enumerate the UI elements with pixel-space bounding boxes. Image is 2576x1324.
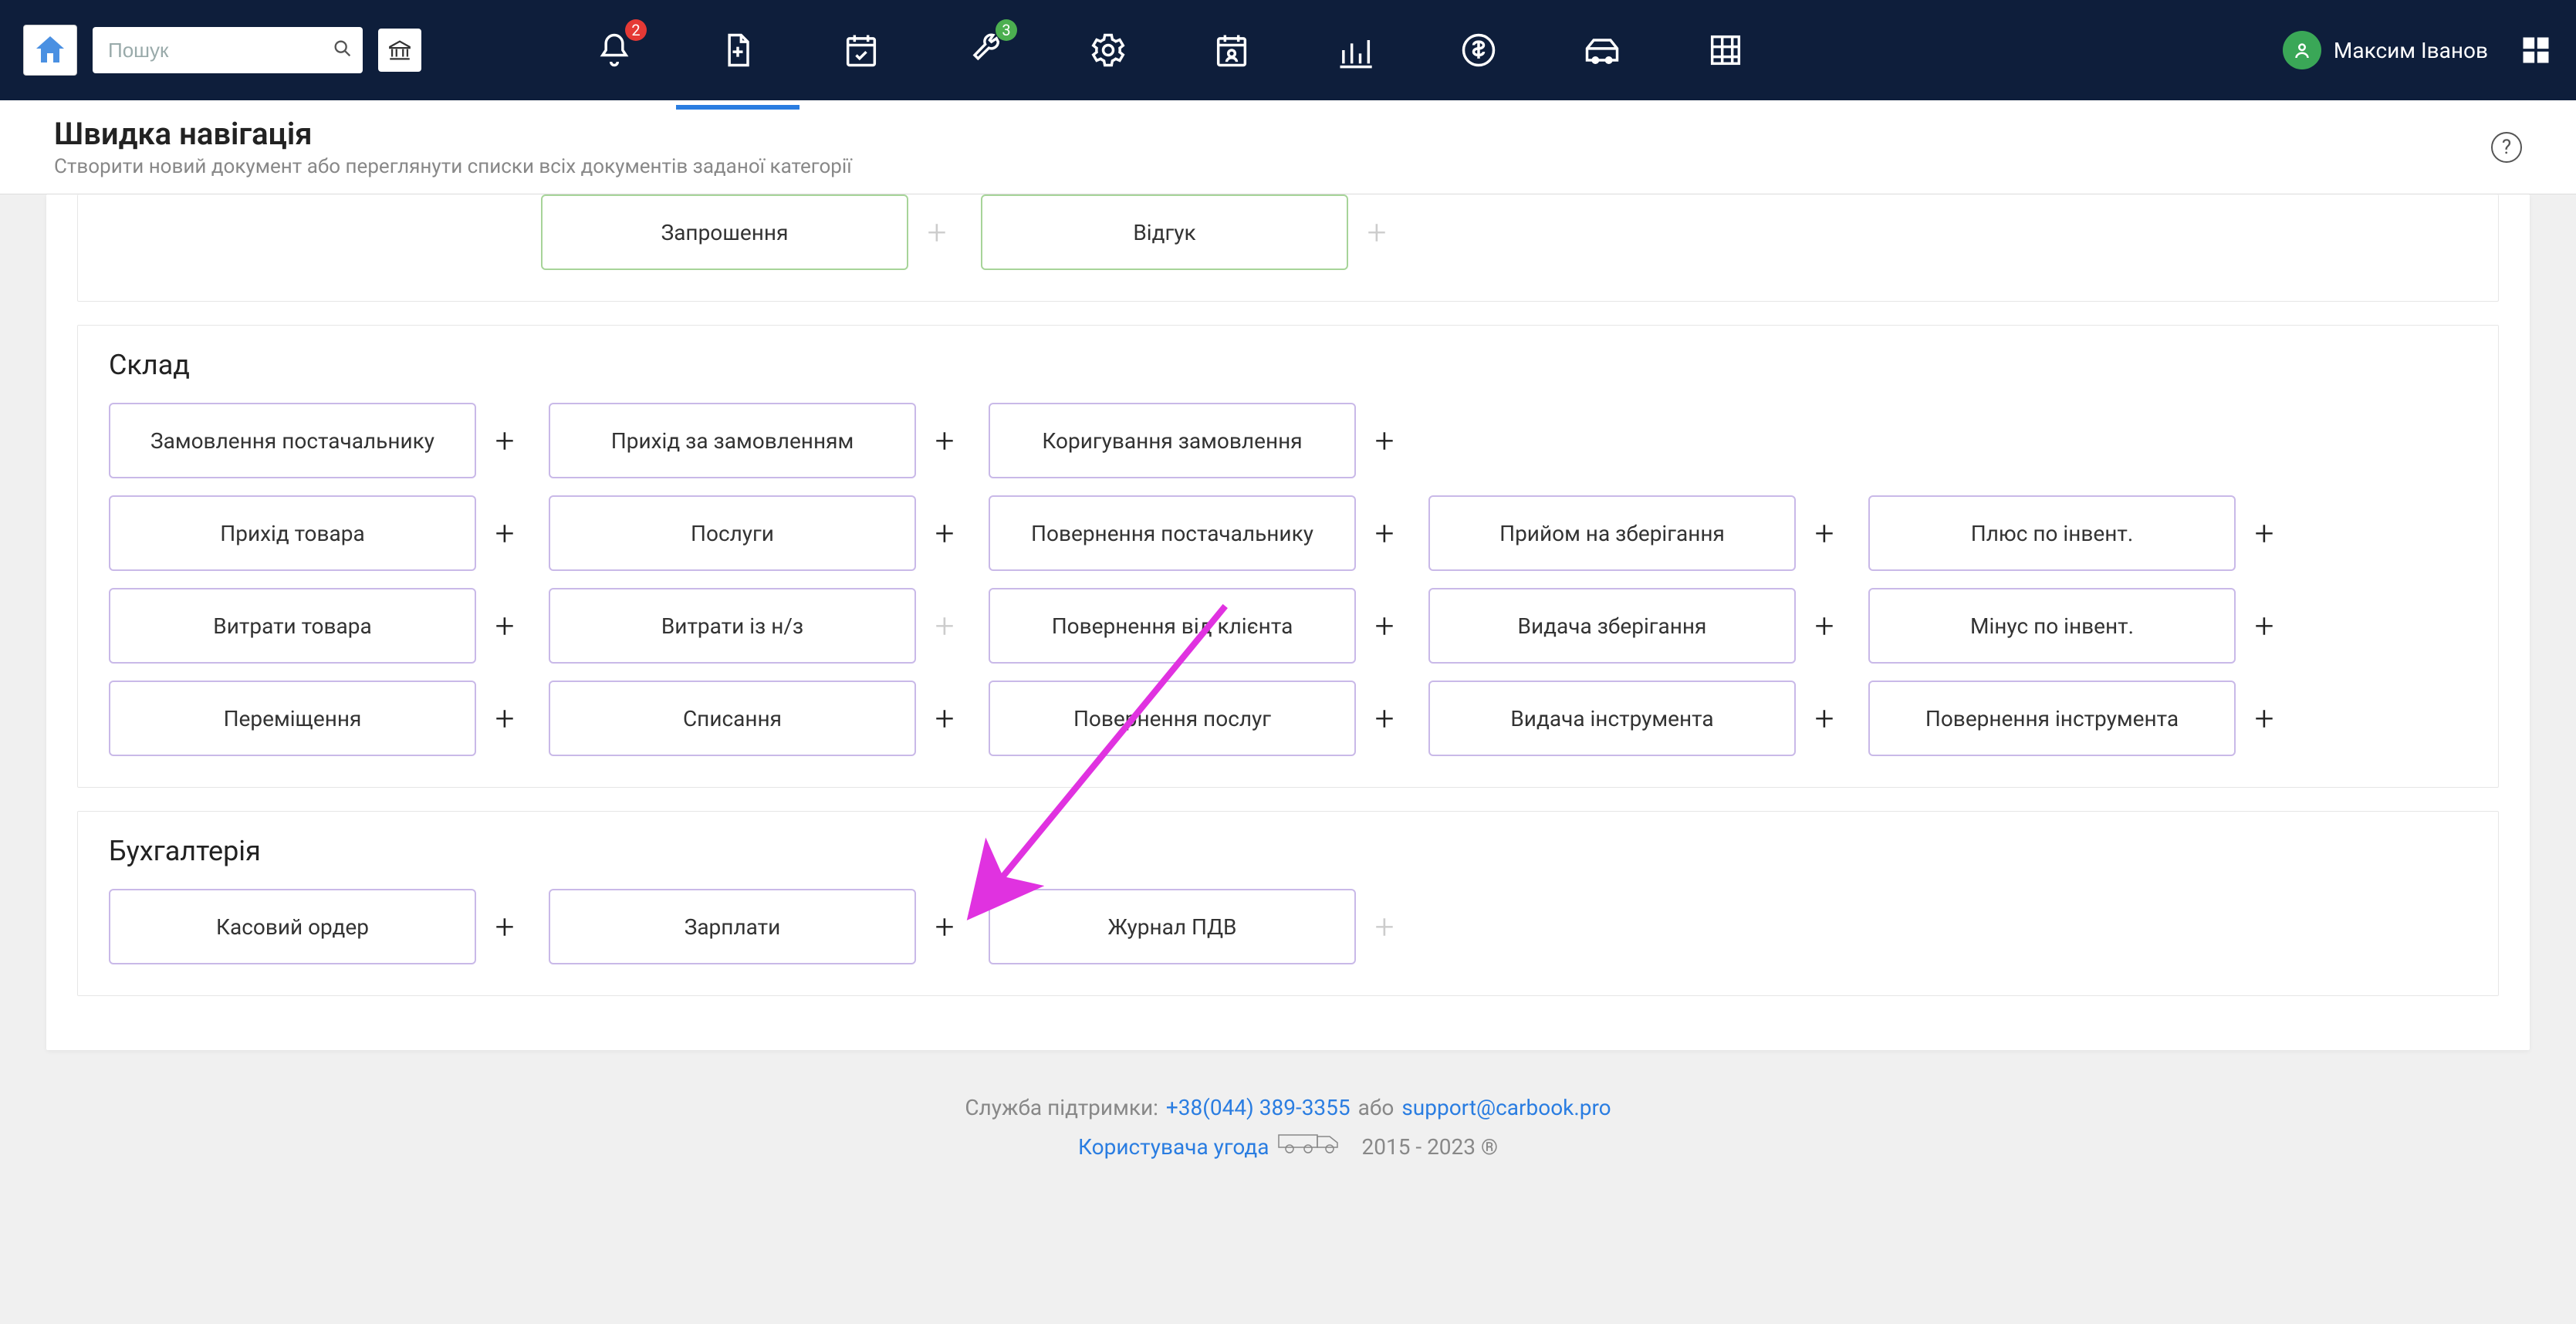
nav-icons: 2 3 bbox=[591, 27, 1749, 73]
page-subtitle: Створити новий документ або переглянути … bbox=[54, 155, 852, 178]
doc-storage-in[interactable]: Прийом на зберігання bbox=[1428, 495, 1796, 571]
doc-review[interactable]: Відгук bbox=[981, 194, 1348, 270]
footer: Служба підтримки: +38(044) 389-3355 або … bbox=[15, 1089, 2561, 1168]
plus-cash-order[interactable]: + bbox=[487, 909, 522, 944]
doc-storage-out[interactable]: Видача зберігання bbox=[1428, 588, 1796, 664]
nav-reports[interactable] bbox=[1332, 27, 1378, 73]
nav-notifications[interactable]: 2 bbox=[591, 27, 637, 73]
plus-inventory-minus[interactable]: + bbox=[2246, 608, 2282, 643]
doc-cash-order[interactable]: Касовий ордер bbox=[109, 889, 476, 964]
plus-order-adjust[interactable]: + bbox=[1367, 423, 1402, 458]
plus-tool-issue[interactable]: + bbox=[1807, 701, 1842, 736]
page-title: Швидка навігація bbox=[54, 116, 852, 152]
doc-services[interactable]: Послуги bbox=[549, 495, 916, 571]
nav-contacts[interactable] bbox=[1209, 27, 1255, 73]
service-badge: 3 bbox=[996, 19, 1017, 41]
content: Запрошення + Відгук + Склад Замовлення п… bbox=[0, 194, 2576, 1199]
doc-order-supplier[interactable]: Замовлення постачальнику bbox=[109, 403, 476, 478]
apps-button[interactable] bbox=[2519, 33, 2553, 67]
plus-return-client[interactable]: + bbox=[1367, 608, 1402, 643]
search-wrap bbox=[93, 27, 363, 73]
section-accounting-title: Бухгалтерія bbox=[109, 835, 2467, 867]
plus-tool-return[interactable]: + bbox=[2246, 701, 2282, 736]
plus-storage-in[interactable]: + bbox=[1807, 515, 1842, 551]
doc-tool-return[interactable]: Повернення інструмента bbox=[1868, 681, 2236, 756]
plus-salaries[interactable]: + bbox=[927, 909, 962, 944]
plus-invite: + bbox=[919, 214, 955, 250]
section-accounting: Бухгалтерія Касовий ордер + Зарплати + Ж… bbox=[77, 811, 2499, 996]
doc-writeoff[interactable]: Списання bbox=[549, 681, 916, 756]
nav-service[interactable]: 3 bbox=[962, 27, 1008, 73]
home-icon bbox=[32, 32, 69, 69]
footer-agreement-link[interactable]: Користувача угода bbox=[1078, 1128, 1269, 1167]
section-previous: Запрошення + Відгук + bbox=[77, 194, 2499, 302]
avatar bbox=[2283, 31, 2321, 69]
plus-inventory-plus[interactable]: + bbox=[2246, 515, 2282, 551]
notifications-badge: 2 bbox=[625, 19, 647, 41]
footer-years: 2015 - 2023 ® bbox=[1362, 1128, 1498, 1167]
user-name: Максим Іванов bbox=[2334, 38, 2488, 63]
nav-settings[interactable] bbox=[1085, 27, 1131, 73]
doc-inventory-minus[interactable]: Мінус по інвент. bbox=[1868, 588, 2236, 664]
plus-storage-out[interactable]: + bbox=[1807, 608, 1842, 643]
topbar: 2 3 М bbox=[0, 0, 2576, 100]
doc-receipt-by-order[interactable]: Прихід за замовленням bbox=[549, 403, 916, 478]
plus-receipt-by-order[interactable]: + bbox=[927, 423, 962, 458]
doc-vat-journal[interactable]: Журнал ПДВ bbox=[989, 889, 1356, 964]
nav-new-document[interactable] bbox=[715, 27, 761, 73]
search-input[interactable] bbox=[93, 27, 363, 73]
plus-services[interactable]: + bbox=[927, 515, 962, 551]
doc-salaries[interactable]: Зарплати bbox=[549, 889, 916, 964]
plus-return-services[interactable]: + bbox=[1367, 701, 1402, 736]
help-button[interactable]: ? bbox=[2491, 132, 2522, 163]
home-button[interactable] bbox=[23, 25, 77, 76]
footer-support-label: Служба підтримки: bbox=[965, 1089, 1158, 1127]
doc-goods-receipt[interactable]: Прихід товара bbox=[109, 495, 476, 571]
doc-return-client[interactable]: Повернення від клієнта bbox=[989, 588, 1356, 664]
plus-transfer[interactable]: + bbox=[487, 701, 522, 736]
section-warehouse-title: Склад bbox=[109, 349, 2467, 381]
user-block[interactable]: Максим Іванов bbox=[2283, 31, 2488, 69]
nav-grid[interactable] bbox=[1702, 27, 1749, 73]
doc-invite[interactable]: Запрошення bbox=[541, 194, 908, 270]
doc-expense-order[interactable]: Витрати із н/з bbox=[549, 588, 916, 664]
footer-phone[interactable]: +38(044) 389-3355 bbox=[1166, 1089, 1351, 1127]
doc-return-supplier[interactable]: Повернення постачальнику bbox=[989, 495, 1356, 571]
nav-garage[interactable] bbox=[1579, 27, 1625, 73]
search-icon[interactable] bbox=[332, 38, 353, 62]
plus-order-supplier[interactable]: + bbox=[487, 423, 522, 458]
doc-order-adjust[interactable]: Коригування замовлення bbox=[989, 403, 1356, 478]
plus-writeoff[interactable]: + bbox=[927, 701, 962, 736]
plus-review: + bbox=[1359, 214, 1394, 250]
doc-inventory-plus[interactable]: Плюс по інвент. bbox=[1868, 495, 2236, 571]
nav-calendar-check[interactable] bbox=[838, 27, 884, 73]
plus-return-supplier[interactable]: + bbox=[1367, 515, 1402, 551]
footer-email[interactable]: support@carbook.pro bbox=[1401, 1089, 1611, 1127]
plus-expense-order: + bbox=[927, 608, 962, 643]
doc-tool-issue[interactable]: Видача інструмента bbox=[1428, 681, 1796, 756]
nav-finance[interactable] bbox=[1455, 27, 1502, 73]
plus-goods-receipt[interactable]: + bbox=[487, 515, 522, 551]
doc-transfer[interactable]: Переміщення bbox=[109, 681, 476, 756]
plus-goods-expense[interactable]: + bbox=[487, 608, 522, 643]
section-warehouse: Склад Замовлення постачальнику + Прихід … bbox=[77, 325, 2499, 788]
main-card: Запрошення + Відгук + Склад Замовлення п… bbox=[46, 194, 2530, 1050]
doc-goods-expense[interactable]: Витрати товара bbox=[109, 588, 476, 664]
doc-return-services[interactable]: Повернення послуг bbox=[989, 681, 1356, 756]
truck-icon bbox=[1277, 1127, 1354, 1167]
plus-vat-journal: + bbox=[1367, 909, 1402, 944]
footer-or: або bbox=[1358, 1089, 1394, 1127]
bank-button[interactable] bbox=[378, 29, 421, 72]
page-header: Швидка навігація Створити новий документ… bbox=[0, 100, 2576, 194]
